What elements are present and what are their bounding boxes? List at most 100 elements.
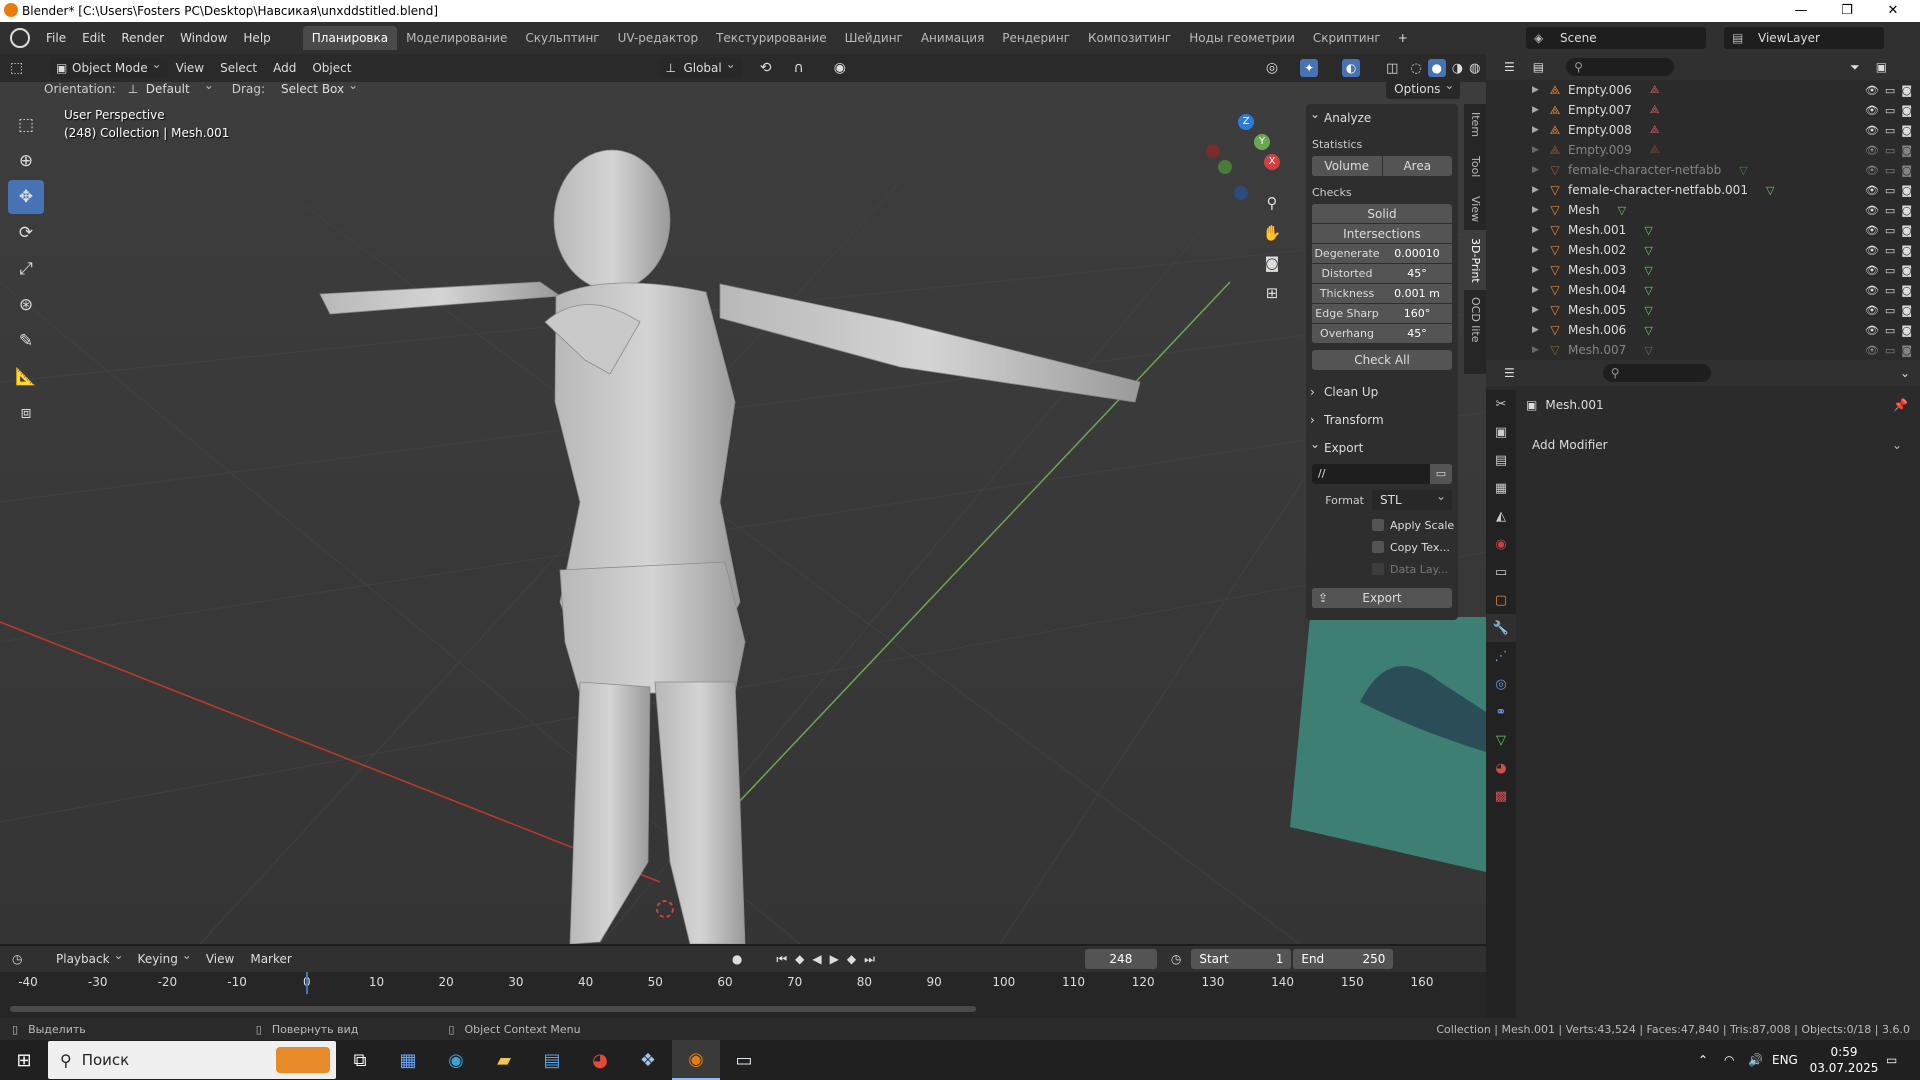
material-properties-icon[interactable]: ◕ bbox=[1486, 754, 1516, 782]
eye-icon[interactable]: 👁 bbox=[1865, 304, 1879, 317]
move-tool-icon[interactable]: ✥ bbox=[8, 180, 44, 214]
camera-render-icon[interactable]: ◙ bbox=[1901, 204, 1912, 217]
sidebar-tab-tool[interactable]: Tool bbox=[1464, 146, 1486, 188]
scene-selector[interactable]: ◈ Scene bbox=[1526, 27, 1706, 49]
world-properties-icon[interactable]: ◉ bbox=[1486, 530, 1516, 558]
expand-arrow-icon[interactable]: ▶ bbox=[1532, 125, 1546, 135]
keying-menu[interactable]: Keying bbox=[130, 945, 198, 969]
physics-properties-icon[interactable]: ◎ bbox=[1486, 670, 1516, 698]
tool-properties-icon[interactable]: ✂ bbox=[1486, 390, 1516, 418]
workspace-tab-shading[interactable]: Шейдинг bbox=[836, 26, 912, 50]
workspace-tab-rendering[interactable]: Рендеринг bbox=[993, 26, 1079, 50]
workspace-tab-animation[interactable]: Анимация bbox=[912, 26, 993, 50]
eye-icon[interactable]: 👁 bbox=[1865, 324, 1879, 337]
jump-start-icon[interactable]: ⏮ bbox=[776, 952, 787, 967]
zoom-icon[interactable]: ⚲ bbox=[1260, 194, 1284, 218]
expand-arrow-icon[interactable]: ▶ bbox=[1532, 85, 1546, 95]
intersections-check-button[interactable]: Intersections bbox=[1312, 224, 1452, 244]
orientation-selector[interactable]: ⊥ Default bbox=[124, 75, 220, 99]
viewport-toggle-icon[interactable]: ▭ bbox=[1885, 164, 1895, 177]
sidebar-tab-item[interactable]: Item bbox=[1464, 104, 1486, 146]
apply-scale-box[interactable] bbox=[1372, 519, 1384, 531]
expand-arrow-icon[interactable]: ▶ bbox=[1532, 225, 1546, 235]
start-frame-field[interactable]: Start 1 bbox=[1191, 949, 1292, 969]
apply-scale-checkbox[interactable]: Apply Scale bbox=[1372, 514, 1458, 536]
folder-icon[interactable]: ▭ bbox=[1430, 464, 1452, 484]
outliner-row[interactable]: ▶ ⟁ Empty.008 ⟁ 👁 ▭ ◙ bbox=[1486, 120, 1920, 140]
shading-material-icon[interactable]: ◑ bbox=[1452, 61, 1463, 76]
workspace-tab-modeling[interactable]: Моделирование bbox=[397, 26, 516, 50]
outliner-filter-icon[interactable]: ⏷ bbox=[1850, 60, 1860, 75]
data-layers-checkbox[interactable]: Data Lay... bbox=[1372, 558, 1458, 580]
blender-app-icon[interactable]: ◉ bbox=[672, 1040, 720, 1080]
marker-menu[interactable]: Marker bbox=[242, 948, 299, 970]
modifier-properties-icon[interactable]: 🔧 bbox=[1486, 614, 1516, 642]
viewport-menu-add[interactable]: Add bbox=[265, 57, 304, 79]
viewport-toggle-icon[interactable]: ▭ bbox=[1885, 344, 1895, 357]
sidebar-tab-3d-print[interactable]: 3D-Print bbox=[1464, 230, 1486, 290]
network-icon[interactable]: ◠ bbox=[1724, 1053, 1734, 1067]
outliner-row[interactable]: ▶ ▽ Mesh.004 ▽ 👁 ▭ ◙ bbox=[1486, 280, 1920, 300]
navigation-gizmo[interactable]: Z Y X bbox=[1206, 114, 1286, 200]
pivot-point-icon[interactable]: ⟲ bbox=[760, 60, 772, 76]
degenerate-field[interactable]: Degenerate 0.00010 bbox=[1312, 244, 1452, 264]
playback-menu[interactable]: Playback bbox=[48, 945, 130, 969]
transform-header[interactable]: Transform bbox=[1306, 408, 1458, 432]
overlay-toggle-icon[interactable]: ◐ bbox=[1342, 59, 1361, 77]
next-keyframe-icon[interactable]: ◆ bbox=[847, 952, 856, 966]
outliner-search-input[interactable]: ⚲ bbox=[1566, 58, 1675, 76]
expand-arrow-icon[interactable]: ▶ bbox=[1532, 165, 1546, 175]
viewport-toggle-icon[interactable]: ▭ bbox=[1885, 284, 1895, 297]
camera-view-icon[interactable]: ◙ bbox=[1260, 254, 1284, 278]
outliner-row[interactable]: ▶ ▽ Mesh ▽ 👁 ▭ ◙ bbox=[1486, 200, 1920, 220]
eye-icon[interactable]: 👁 bbox=[1865, 264, 1879, 277]
volume-icon[interactable]: 🔊 bbox=[1748, 1053, 1763, 1067]
taskbar-search-box[interactable]: ⚲ Поиск bbox=[48, 1041, 336, 1079]
expand-arrow-icon[interactable]: ▶ bbox=[1532, 185, 1546, 195]
outliner-row[interactable]: ▶ ⟁ Empty.006 ⟁ 👁 ▭ ◙ bbox=[1486, 80, 1920, 100]
calculator-app-icon[interactable]: ▦ bbox=[384, 1040, 432, 1080]
camera-render-icon[interactable]: ◙ bbox=[1901, 124, 1912, 137]
menu-render[interactable]: Render bbox=[113, 27, 172, 49]
end-frame-field[interactable]: End 250 bbox=[1293, 949, 1394, 969]
timeline-editor-icon[interactable]: ◷ bbox=[12, 952, 38, 966]
visibility-icon[interactable]: ◎ bbox=[1266, 60, 1278, 76]
camera-render-icon[interactable]: ◙ bbox=[1901, 264, 1912, 277]
viewport-toggle-icon[interactable]: ▭ bbox=[1885, 104, 1895, 117]
collection-properties-icon[interactable]: ▭ bbox=[1486, 558, 1516, 586]
gizmo-y-axis[interactable]: Y bbox=[1254, 134, 1270, 150]
eye-icon[interactable]: 👁 bbox=[1865, 244, 1879, 257]
area-button[interactable]: Area bbox=[1382, 156, 1452, 176]
notifications-icon[interactable]: ▭ bbox=[1886, 1053, 1897, 1067]
menu-file[interactable]: File bbox=[38, 27, 74, 49]
timeline-ruler[interactable]: -40-30-20-100102030405060708090100110120… bbox=[0, 972, 1486, 994]
outliner-row[interactable]: ▶ ▽ Mesh.006 ▽ 👁 ▭ ◙ bbox=[1486, 320, 1920, 340]
outliner-editor-icon[interactable]: ☰ bbox=[1504, 60, 1515, 74]
expand-arrow-icon[interactable]: ▶ bbox=[1532, 245, 1546, 255]
camera-render-icon[interactable]: ◙ bbox=[1901, 284, 1912, 297]
particles-properties-icon[interactable]: ⋰ bbox=[1486, 642, 1516, 670]
options-dropdown[interactable]: Options bbox=[1386, 75, 1461, 99]
menu-help[interactable]: Help bbox=[235, 27, 278, 49]
expand-arrow-icon[interactable]: ▶ bbox=[1532, 105, 1546, 115]
workspace-tab-scripting[interactable]: Скриптинг bbox=[1304, 26, 1390, 50]
xray-icon[interactable]: ◫ bbox=[1386, 61, 1398, 76]
eye-icon[interactable]: 👁 bbox=[1865, 284, 1879, 297]
minimize-button[interactable]: — bbox=[1778, 0, 1824, 22]
tray-chevron-icon[interactable]: ⌃ bbox=[1698, 1053, 1708, 1067]
gizmo-toggle-icon[interactable]: ✦ bbox=[1300, 59, 1319, 77]
eye-icon[interactable]: 👁 bbox=[1865, 164, 1879, 177]
analyze-header[interactable]: Analyze bbox=[1306, 102, 1458, 130]
proportional-edit-icon[interactable]: ◉ bbox=[834, 60, 846, 76]
expand-arrow-icon[interactable]: ▶ bbox=[1532, 285, 1546, 295]
viewport-toggle-icon[interactable]: ▭ bbox=[1885, 264, 1895, 277]
current-frame-field[interactable]: 248 bbox=[1084, 949, 1157, 969]
gizmo-z-axis[interactable]: Z bbox=[1238, 114, 1254, 130]
viewport-toggle-icon[interactable]: ▭ bbox=[1885, 184, 1895, 197]
close-button[interactable]: ✕ bbox=[1870, 0, 1916, 22]
workspace-tab-compositing[interactable]: Композитинг bbox=[1079, 26, 1180, 50]
editor-type-icon[interactable]: ⬚ bbox=[10, 60, 36, 76]
expand-arrow-icon[interactable]: ▶ bbox=[1532, 265, 1546, 275]
outliner-row[interactable]: ▶ ▽ female-character-netfabb ▽ 👁 ▭ ◙ bbox=[1486, 160, 1920, 180]
camera-render-icon[interactable]: ◙ bbox=[1901, 104, 1912, 117]
